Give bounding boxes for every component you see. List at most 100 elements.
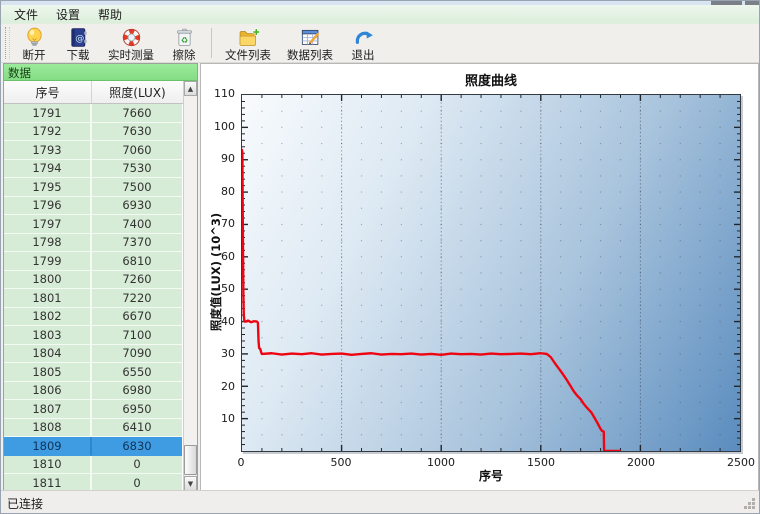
cell-lux[interactable]: 6810 [92,252,182,271]
toolbar-grip[interactable] [5,27,10,59]
cell-lux[interactable]: 6930 [92,196,182,215]
cell-serial[interactable]: 1808 [4,418,92,437]
table-row[interactable]: 1798 7370 [4,233,184,252]
cell-serial[interactable]: 1800 [4,270,92,289]
cell-serial[interactable]: 1810 [4,455,92,474]
table-row[interactable]: 1804 7090 [4,344,184,363]
download-label: 下载 [66,48,90,62]
cell-serial[interactable]: 1794 [4,159,92,178]
cell-serial[interactable]: 1793 [4,141,92,160]
table-row[interactable]: 1797 7400 [4,215,184,234]
y-tick-label: 20 [221,379,235,393]
scroll-down-icon[interactable]: ▼ [184,476,197,491]
table-row[interactable]: 1793 7060 [4,141,184,160]
erase-button[interactable]: ♻ 擦除 [162,24,206,62]
resize-grip[interactable] [752,506,755,509]
address-book-icon: @ [67,26,90,49]
y-tick-label: 50 [221,282,235,296]
cell-lux[interactable]: 7400 [92,215,182,234]
cell-lux[interactable]: 7500 [92,178,182,197]
y-tick-label: 90 [221,152,235,166]
table-row[interactable]: 1805 6550 [4,363,184,382]
scrollbar-thumb[interactable] [184,445,197,475]
cell-lux[interactable]: 0 [92,455,182,474]
cell-lux[interactable]: 6950 [92,400,182,419]
cell-serial[interactable]: 1805 [4,363,92,382]
file-list-button[interactable]: 文件列表 [217,24,279,62]
x-tick-label: 0 [237,456,245,469]
cell-serial[interactable]: 1801 [4,289,92,308]
cell-lux[interactable]: 6980 [92,381,182,400]
table-row[interactable]: 1794 7530 [4,159,184,178]
exit-button[interactable]: 退出 [341,24,385,62]
table-scrollbar[interactable]: ▲ ▼ [183,81,197,491]
trash-icon: ♻ [173,26,196,49]
menu-settings[interactable]: 设置 [47,5,89,24]
cell-serial[interactable]: 1807 [4,400,92,419]
scroll-up-icon[interactable]: ▲ [184,81,197,96]
y-tick-label: 10 [221,412,235,426]
table-row[interactable]: 1791 7660 [4,104,184,123]
cell-serial[interactable]: 1791 [4,104,92,123]
download-button[interactable]: @ 下载 [56,24,100,62]
data-panel-title: 数据 [4,64,197,81]
menu-help[interactable]: 帮助 [89,5,131,24]
cell-serial[interactable]: 1798 [4,233,92,252]
table-row[interactable]: 1809 6830 [4,437,184,456]
data-list-label: 数据列表 [287,48,333,62]
cell-serial[interactable]: 1806 [4,381,92,400]
svg-text:♻: ♻ [180,35,187,45]
table-row[interactable]: 1800 7260 [4,270,184,289]
table-row[interactable]: 1792 7630 [4,122,184,141]
cell-lux[interactable]: 7370 [92,233,182,252]
table-row[interactable]: 1802 6670 [4,307,184,326]
bulb-icon [23,26,46,49]
exit-arrow-icon [352,26,375,49]
cell-lux[interactable]: 7060 [92,141,182,160]
cell-lux[interactable]: 7100 [92,326,182,345]
cell-lux[interactable]: 6410 [92,418,182,437]
cell-serial[interactable]: 1799 [4,252,92,271]
table-row[interactable]: 1808 6410 [4,418,184,437]
table-row[interactable]: 1799 6810 [4,252,184,271]
cell-serial[interactable]: 1792 [4,122,92,141]
col-header-serial[interactable]: 序号 [4,81,92,103]
cell-serial[interactable]: 1802 [4,307,92,326]
cell-lux[interactable]: 6830 [92,437,182,456]
table-row[interactable]: 1806 6980 [4,381,184,400]
table-row[interactable]: 1803 7100 [4,326,184,345]
realtime-measure-label: 实时测量 [108,48,154,62]
cell-lux[interactable]: 7260 [92,270,182,289]
disconnect-button[interactable]: 断开 [12,24,56,62]
realtime-measure-button[interactable]: 实时测量 [100,24,162,62]
exit-label: 退出 [351,48,375,62]
menu-file[interactable]: 文件 [5,5,47,24]
table-row[interactable]: 1801 7220 [4,289,184,308]
y-tick-label: 30 [221,347,235,361]
cell-serial[interactable]: 1803 [4,326,92,345]
cell-lux[interactable]: 7090 [92,344,182,363]
cell-lux[interactable]: 7220 [92,289,182,308]
cell-serial[interactable]: 1797 [4,215,92,234]
col-header-lux[interactable]: 照度(LUX) [92,81,184,103]
cell-lux[interactable]: 6670 [92,307,182,326]
plot-area[interactable] [241,94,741,452]
cell-serial[interactable]: 1796 [4,196,92,215]
cell-serial[interactable]: 1809 [4,437,92,456]
data-list-button[interactable]: 数据列表 [279,24,341,62]
cell-lux[interactable]: 7530 [92,159,182,178]
table-row[interactable]: 1795 7500 [4,178,184,197]
y-tick-label: 100 [214,119,235,133]
cell-lux[interactable]: 7660 [92,104,182,123]
folder-add-icon [237,26,260,49]
data-table-body: 1791 7660 1792 7630 1793 7060 1794 7530 1795 7500… [4,104,184,492]
cell-serial[interactable]: 1795 [4,178,92,197]
x-tick-label: 2000 [627,456,655,469]
table-row[interactable]: 1807 6950 [4,400,184,419]
table-row[interactable]: 1796 6930 [4,196,184,215]
table-row[interactable]: 1810 0 [4,455,184,474]
cell-lux[interactable]: 7630 [92,122,182,141]
y-tick-label: 70 [221,217,235,231]
cell-serial[interactable]: 1804 [4,344,92,363]
cell-lux[interactable]: 6550 [92,363,182,382]
